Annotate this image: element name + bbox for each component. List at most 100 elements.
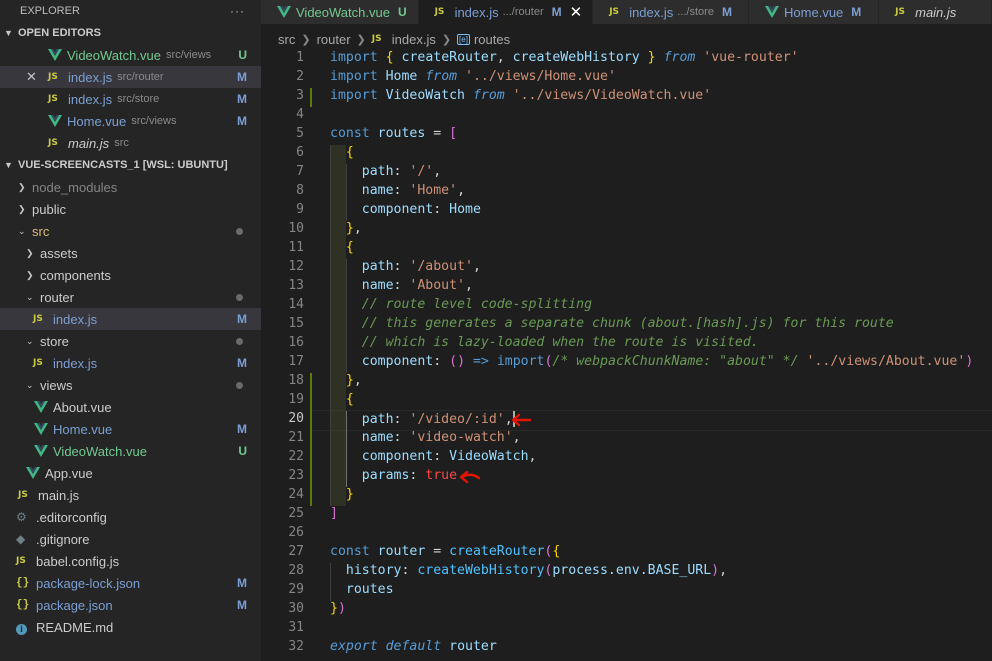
tab-videowatch-vue[interactable]: VideoWatch.vue U [261, 0, 419, 24]
tab-label: Home.vue [784, 4, 844, 20]
tree-file[interactable]: JS main.js [0, 484, 261, 506]
code-line[interactable]: component: Home [330, 202, 481, 217]
code-line[interactable]: params: true [330, 468, 457, 483]
code-line[interactable]: { [330, 145, 354, 160]
code-line[interactable]: import VideoWatch from '../views/VideoWa… [330, 88, 711, 103]
tree-item-label: main.js [38, 487, 80, 503]
tree-file[interactable]: JS index.js M [0, 308, 261, 330]
code-line[interactable]: import { createRouter, createWebHistory … [330, 50, 799, 65]
line-number: 10 [288, 221, 304, 236]
chevron-right-icon: ❯ [301, 33, 311, 46]
line-number: 16 [288, 335, 304, 350]
tree-file[interactable]: JS babel.config.js [0, 550, 261, 572]
breadcrumb-item[interactable]: router [317, 32, 351, 47]
breadcrumb-item[interactable]: src [278, 32, 295, 47]
tree-file[interactable]: {} package-lock.json M [0, 572, 261, 594]
line-number: 20 [288, 411, 304, 426]
code-line[interactable]: ] [330, 506, 338, 521]
code-line[interactable]: path: '/about', [330, 259, 481, 274]
code-line[interactable]: name: 'video-watch', [330, 430, 521, 445]
info-icon: i [16, 620, 32, 635]
tree-file[interactable]: VideoWatch.vue U [0, 440, 261, 462]
open-editors-header[interactable]: ▼ OPEN EDITORS [0, 22, 261, 44]
tree-item-label: .editorconfig [36, 509, 107, 525]
line-number: 32 [288, 639, 304, 654]
js-icon: JS [48, 72, 58, 82]
tree-file[interactable]: About.vue [0, 396, 261, 418]
code-editor[interactable]: 1 import { createRouter, createWebHistory… [261, 50, 992, 661]
tree-item-label: views [40, 377, 73, 393]
chevron-right-icon: ❯ [356, 33, 366, 46]
open-editor-name: index.js [68, 69, 113, 85]
tab-store-index-js[interactable]: JS index.js .../store M [593, 0, 750, 24]
line-number: 15 [288, 316, 304, 331]
json-icon: {} [16, 599, 30, 611]
tree-item-label: App.vue [45, 465, 93, 481]
open-editor-item[interactable]: VideoWatch.vue src/views U [0, 44, 261, 66]
chevron-down-icon: ⌄ [18, 225, 26, 236]
code-line[interactable]: // which is lazy-loaded when the route i… [330, 335, 759, 350]
more-actions-icon[interactable]: ··· [230, 4, 245, 18]
workspace-header[interactable]: ▼ VUE-SCREENCASTS_1 [WSL: UBUNTU] [0, 154, 261, 176]
open-editor-path: src/views [165, 49, 212, 61]
tree-file[interactable]: Home.vue M [0, 418, 261, 440]
code-line[interactable]: path: '/video/:id', [330, 411, 515, 427]
tree-folder[interactable]: ⌄ store [0, 330, 261, 352]
code-line[interactable]: }, [330, 221, 362, 236]
tree-folder[interactable]: ⌄ views [0, 374, 261, 396]
line-number: 4 [296, 107, 304, 122]
tree-folder[interactable]: ❯ assets [0, 242, 261, 264]
code-line[interactable]: name: 'Home', [330, 183, 465, 198]
code-line[interactable]: { [330, 392, 354, 407]
code-line[interactable]: export default router [330, 639, 497, 654]
open-editor-item[interactable]: JS main.js src [0, 132, 261, 154]
code-line[interactable]: routes [330, 582, 394, 597]
tree-item-label: public [32, 201, 66, 217]
vue-icon [765, 6, 780, 18]
code-line[interactable]: const router = createRouter({ [330, 544, 560, 559]
tree-file[interactable]: i README.md [0, 616, 261, 638]
breadcrumb-item[interactable]: routes [474, 32, 510, 47]
tree-file[interactable]: ◆ .gitignore [0, 528, 261, 550]
code-line[interactable]: name: 'About', [330, 278, 473, 293]
line-number: 23 [288, 468, 304, 483]
tree-item-label: assets [40, 245, 78, 261]
tree-folder[interactable]: ❯ public [0, 198, 261, 220]
chevron-right-icon: ❯ [26, 269, 34, 280]
tree-file[interactable]: ⚙ .editorconfig [0, 506, 261, 528]
tree-file[interactable]: App.vue [0, 462, 261, 484]
explorer-sidebar: EXPLORER ··· ▼ OPEN EDITORS VideoWatch.v… [0, 0, 261, 661]
open-editor-item[interactable]: ✕ JS index.js src/router M [0, 66, 261, 88]
code-line[interactable]: component: () => import(/* webpackChunkN… [330, 354, 974, 369]
code-line[interactable]: }) [330, 601, 346, 616]
vue-icon [277, 6, 291, 18]
code-line[interactable]: history: createWebHistory(process.env.BA… [330, 563, 727, 578]
code-line[interactable]: const routes = [ [330, 126, 457, 141]
tree-folder[interactable]: ⌄ src [0, 220, 261, 242]
tree-file[interactable]: JS index.js M [0, 352, 261, 374]
code-line[interactable]: component: VideoWatch, [330, 449, 537, 464]
open-editor-item[interactable]: Home.vue src/views M [0, 110, 261, 132]
tree-folder[interactable]: ⌄ router [0, 286, 261, 308]
code-line[interactable]: path: '/', [330, 164, 441, 179]
tree-file[interactable]: {} package.json M [0, 594, 261, 616]
gear-icon: ⚙ [16, 510, 27, 524]
close-icon[interactable]: ✕ [570, 3, 583, 21]
tab-home-vue[interactable]: Home.vue M [749, 0, 880, 24]
tab-main-js[interactable]: JS main.js [879, 0, 992, 24]
breadcrumb-item[interactable]: index.js [392, 32, 436, 47]
code-line[interactable]: // this generates a separate chunk (abou… [330, 316, 894, 331]
code-line[interactable]: }, [330, 373, 362, 388]
open-editor-item[interactable]: JS index.js src/store M [0, 88, 261, 110]
close-icon[interactable]: ✕ [26, 69, 40, 85]
tree-folder[interactable]: ❯ node_modules [0, 176, 261, 198]
tab-router-index-js[interactable]: JS index.js .../router M ✕ [418, 0, 594, 24]
tree-item-label: package.json [36, 597, 113, 613]
code-line[interactable]: { [330, 240, 354, 255]
git-status-badge: U [238, 444, 247, 458]
code-line[interactable]: import Home from '../views/Home.vue' [330, 69, 616, 84]
workspace-label: VUE-SCREENCASTS_1 [WSL: UBUNTU] [18, 159, 228, 171]
code-line[interactable]: } [330, 487, 354, 502]
tree-folder[interactable]: ❯ components [0, 264, 261, 286]
code-line[interactable]: // route level code-splitting [330, 297, 592, 312]
